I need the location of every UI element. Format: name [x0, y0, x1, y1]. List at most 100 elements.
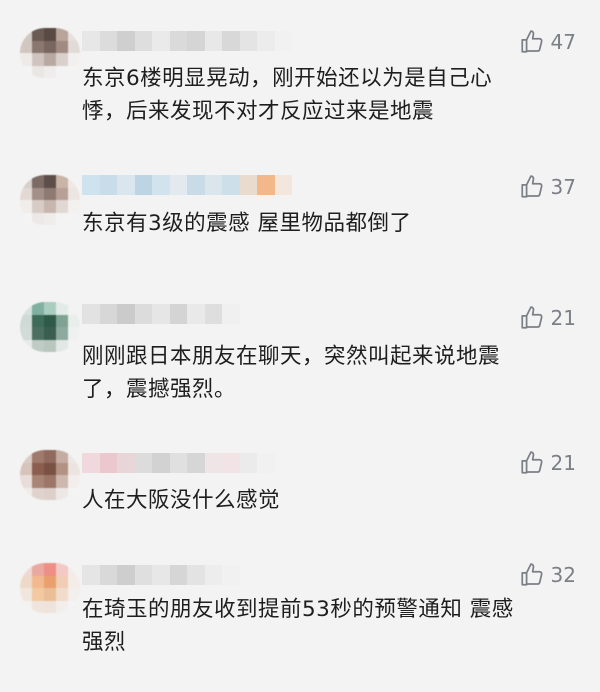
avatar[interactable] [20, 450, 80, 500]
avatar-pixel [20, 450, 32, 463]
avatar[interactable] [20, 563, 80, 613]
like-count: 47 [550, 30, 576, 54]
username-pixel [99, 565, 117, 585]
username-pixel [169, 453, 187, 473]
avatar-pixel [20, 575, 32, 588]
avatar-pixel [56, 575, 68, 588]
thumbs-up-icon [520, 563, 543, 586]
avatar-pixel [68, 487, 80, 500]
comment-text: 东京有3级的震感 屋里物品都倒了 [82, 211, 412, 236]
username-pixel [82, 175, 100, 195]
avatar-pixel [44, 65, 56, 78]
avatar-pixel [56, 487, 68, 500]
avatar-pixel [32, 339, 44, 352]
like-count: 32 [550, 563, 576, 587]
username-pixel [239, 31, 257, 51]
username-pixel [222, 453, 240, 473]
like-button[interactable]: 37 [519, 174, 576, 200]
avatar-pixel [32, 65, 44, 78]
username-pixel [274, 565, 292, 585]
avatar-pixel [32, 487, 44, 500]
like-button[interactable]: 32 [519, 562, 576, 588]
username-pixel [82, 453, 100, 473]
avatar[interactable] [20, 302, 80, 352]
username-pixel [134, 31, 152, 51]
username-pixel [239, 453, 257, 473]
username-pixel [99, 304, 117, 324]
avatar-pixel [68, 462, 80, 475]
avatar-pixel [56, 28, 68, 41]
avatar-pixel [20, 314, 32, 327]
comment-text: 刚刚跟日本朋友在聊天，突然叫起来说地震 了，震撼强烈。 [82, 344, 501, 402]
avatar-pixel [68, 175, 80, 188]
comment-item: 21 人在大阪没什么感觉 [0, 430, 600, 555]
avatar-pixel [56, 450, 68, 463]
username-pixel [99, 31, 117, 51]
avatar-pixel [68, 575, 80, 588]
username-pixel [134, 304, 152, 324]
avatar-pixel [68, 302, 80, 315]
username-pixel [222, 31, 240, 51]
username-pixel [169, 565, 187, 585]
avatar-pixel [68, 600, 80, 613]
avatar-pixel [56, 175, 68, 188]
thumbs-up-icon [520, 175, 543, 198]
username[interactable] [82, 304, 292, 324]
username-pixel [187, 453, 205, 473]
avatar-pixel [56, 200, 68, 213]
avatar-pixel [32, 450, 44, 463]
avatar-pixel [44, 28, 56, 41]
username-pixel [152, 565, 170, 585]
avatar-pixel [32, 212, 44, 225]
comment-item: 32 在琦玉的朋友收到提前53秒的预警通知 震感 强烈 [0, 555, 600, 692]
username-pixel [99, 175, 117, 195]
avatar-pixel [20, 302, 32, 315]
avatar-pixel [20, 65, 32, 78]
username[interactable] [82, 175, 292, 195]
like-button[interactable]: 21 [519, 450, 576, 476]
avatar-pixel [32, 563, 44, 576]
avatar-pixel [20, 600, 32, 613]
username-pixel [239, 304, 257, 324]
avatar-pixel [68, 563, 80, 576]
avatar[interactable] [20, 28, 80, 78]
username-pixel [187, 31, 205, 51]
avatar-pixel [56, 187, 68, 200]
username[interactable] [82, 453, 292, 473]
like-button[interactable]: 47 [519, 29, 576, 55]
like-count: 21 [550, 451, 576, 475]
comment-item: 21 刚刚跟日本朋友在聊天，突然叫起来说地震 了，震撼强烈。 [0, 280, 600, 430]
avatar-pixel [32, 53, 44, 66]
avatar-pixel [68, 475, 80, 488]
avatar-pixel [44, 487, 56, 500]
username-pixel [187, 565, 205, 585]
username[interactable] [82, 565, 292, 585]
avatar[interactable] [20, 175, 80, 225]
avatar-pixel [44, 40, 56, 53]
avatar-pixel [44, 327, 56, 340]
username-pixel [134, 565, 152, 585]
avatar-pixel [44, 314, 56, 327]
avatar-pixel [56, 314, 68, 327]
avatar-pixel [68, 65, 80, 78]
username-pixel [204, 31, 222, 51]
username-pixel [82, 565, 100, 585]
avatar-pixel [68, 327, 80, 340]
avatar-pixel [44, 563, 56, 576]
comment-text: 东京6楼明显晃动，刚开始还以为是自己心 悸，后来发现不对才反应过来是地震 [82, 66, 493, 124]
comment-item: 47 东京6楼明显晃动，刚开始还以为是自己心 悸，后来发现不对才反应过来是地震 [0, 0, 600, 145]
username[interactable] [82, 31, 292, 51]
avatar-pixel [20, 175, 32, 188]
username-pixel [222, 175, 240, 195]
username-pixel [134, 175, 152, 195]
avatar-pixel [56, 302, 68, 315]
username-pixel [274, 31, 292, 51]
like-count: 37 [550, 175, 576, 199]
avatar-pixel [20, 327, 32, 340]
username-pixel [152, 304, 170, 324]
like-button[interactable]: 21 [519, 305, 576, 331]
username-pixel [204, 565, 222, 585]
avatar-pixel [20, 339, 32, 352]
avatar-pixel [56, 588, 68, 601]
avatar-pixel [56, 65, 68, 78]
